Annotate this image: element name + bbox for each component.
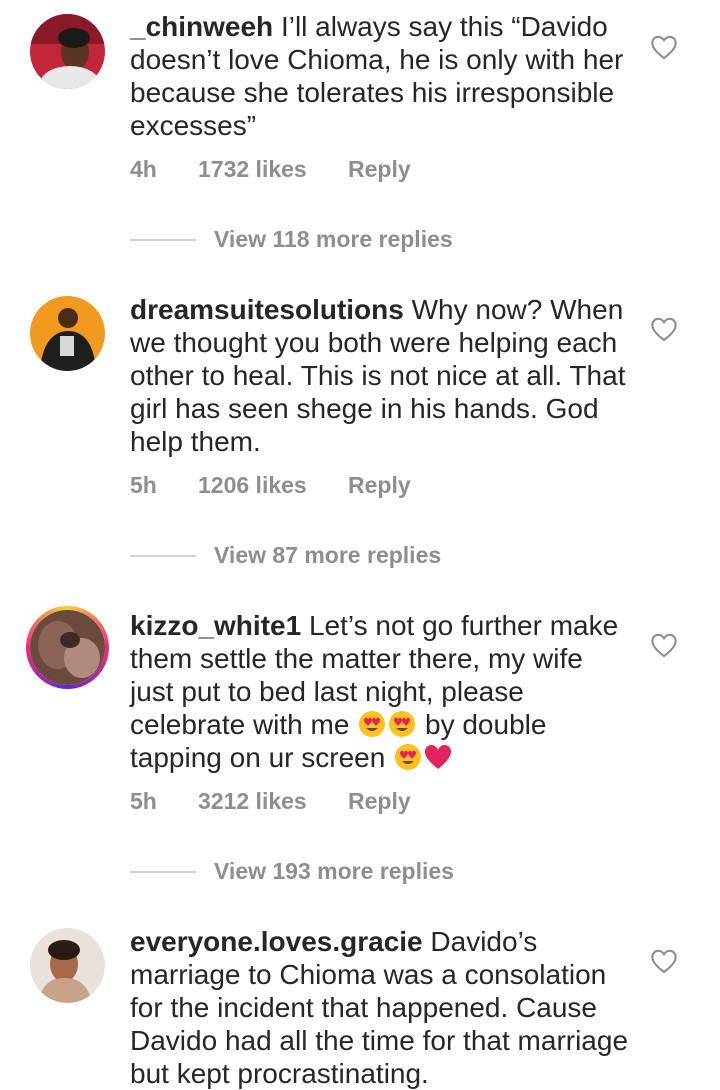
view-replies-label: View 118 more replies — [214, 226, 453, 252]
heart-eyes-emoji-icon — [393, 742, 423, 772]
comment-time: 5h — [130, 788, 157, 814]
avatar[interactable] — [30, 14, 105, 89]
avatar — [30, 610, 105, 685]
avatar[interactable] — [30, 296, 105, 371]
like-heart-icon[interactable] — [650, 316, 678, 342]
avatar[interactable] — [30, 928, 105, 1003]
comment-meta: 5h 1206 likes Reply — [130, 472, 411, 499]
replies-divider — [130, 238, 196, 241]
view-replies-button[interactable]: View 118 more replies — [130, 226, 453, 253]
reply-button[interactable]: Reply — [348, 472, 411, 499]
comment-username[interactable]: dreamsuitesolutions — [130, 294, 404, 325]
comment-text: kizzo_white1 Let’s not go further make t… — [130, 609, 630, 774]
comment-time: 4h — [130, 156, 157, 182]
replies-divider — [130, 870, 196, 873]
avatar-story-ring[interactable] — [26, 606, 109, 689]
comment-time: 5h — [130, 472, 157, 498]
comment-username[interactable]: everyone.loves.gracie — [130, 926, 423, 957]
like-heart-icon[interactable] — [650, 632, 678, 658]
view-replies-label: View 87 more replies — [214, 542, 442, 568]
heart-eyes-emoji-icon — [357, 709, 387, 739]
comment-meta: 5h 3212 likes Reply — [130, 788, 411, 815]
heart-eyes-emoji-icon — [387, 709, 417, 739]
comment-likes[interactable]: 1206 likes — [198, 472, 348, 499]
comment-username[interactable]: _chinweeh — [130, 11, 273, 42]
profile-photo-icon — [30, 928, 105, 1003]
reply-button[interactable]: Reply — [348, 788, 411, 815]
comment-text: everyone.loves.gracie Davido’s marriage … — [130, 925, 630, 1090]
profile-photo-icon — [30, 14, 105, 89]
profile-photo-icon — [30, 610, 105, 685]
view-replies-button[interactable]: View 87 more replies — [130, 542, 441, 569]
comment-likes[interactable]: 3212 likes — [198, 788, 348, 815]
view-replies-button[interactable]: View 193 more replies — [130, 858, 454, 885]
reply-button[interactable]: Reply — [348, 156, 411, 183]
replies-divider — [130, 554, 196, 557]
comment-text: _chinweeh I’ll always say this “Davido d… — [130, 10, 630, 142]
comment-text: dreamsuitesolutions Why now? When we tho… — [130, 293, 630, 458]
comment-likes[interactable]: 1732 likes — [198, 156, 348, 183]
comment-meta: 4h 1732 likes Reply — [130, 156, 411, 183]
red-heart-emoji-icon — [423, 742, 453, 772]
like-heart-icon[interactable] — [650, 948, 678, 974]
like-heart-icon[interactable] — [650, 34, 678, 60]
view-replies-label: View 193 more replies — [214, 858, 454, 884]
profile-photo-icon — [30, 296, 105, 371]
comment-username[interactable]: kizzo_white1 — [130, 610, 301, 641]
